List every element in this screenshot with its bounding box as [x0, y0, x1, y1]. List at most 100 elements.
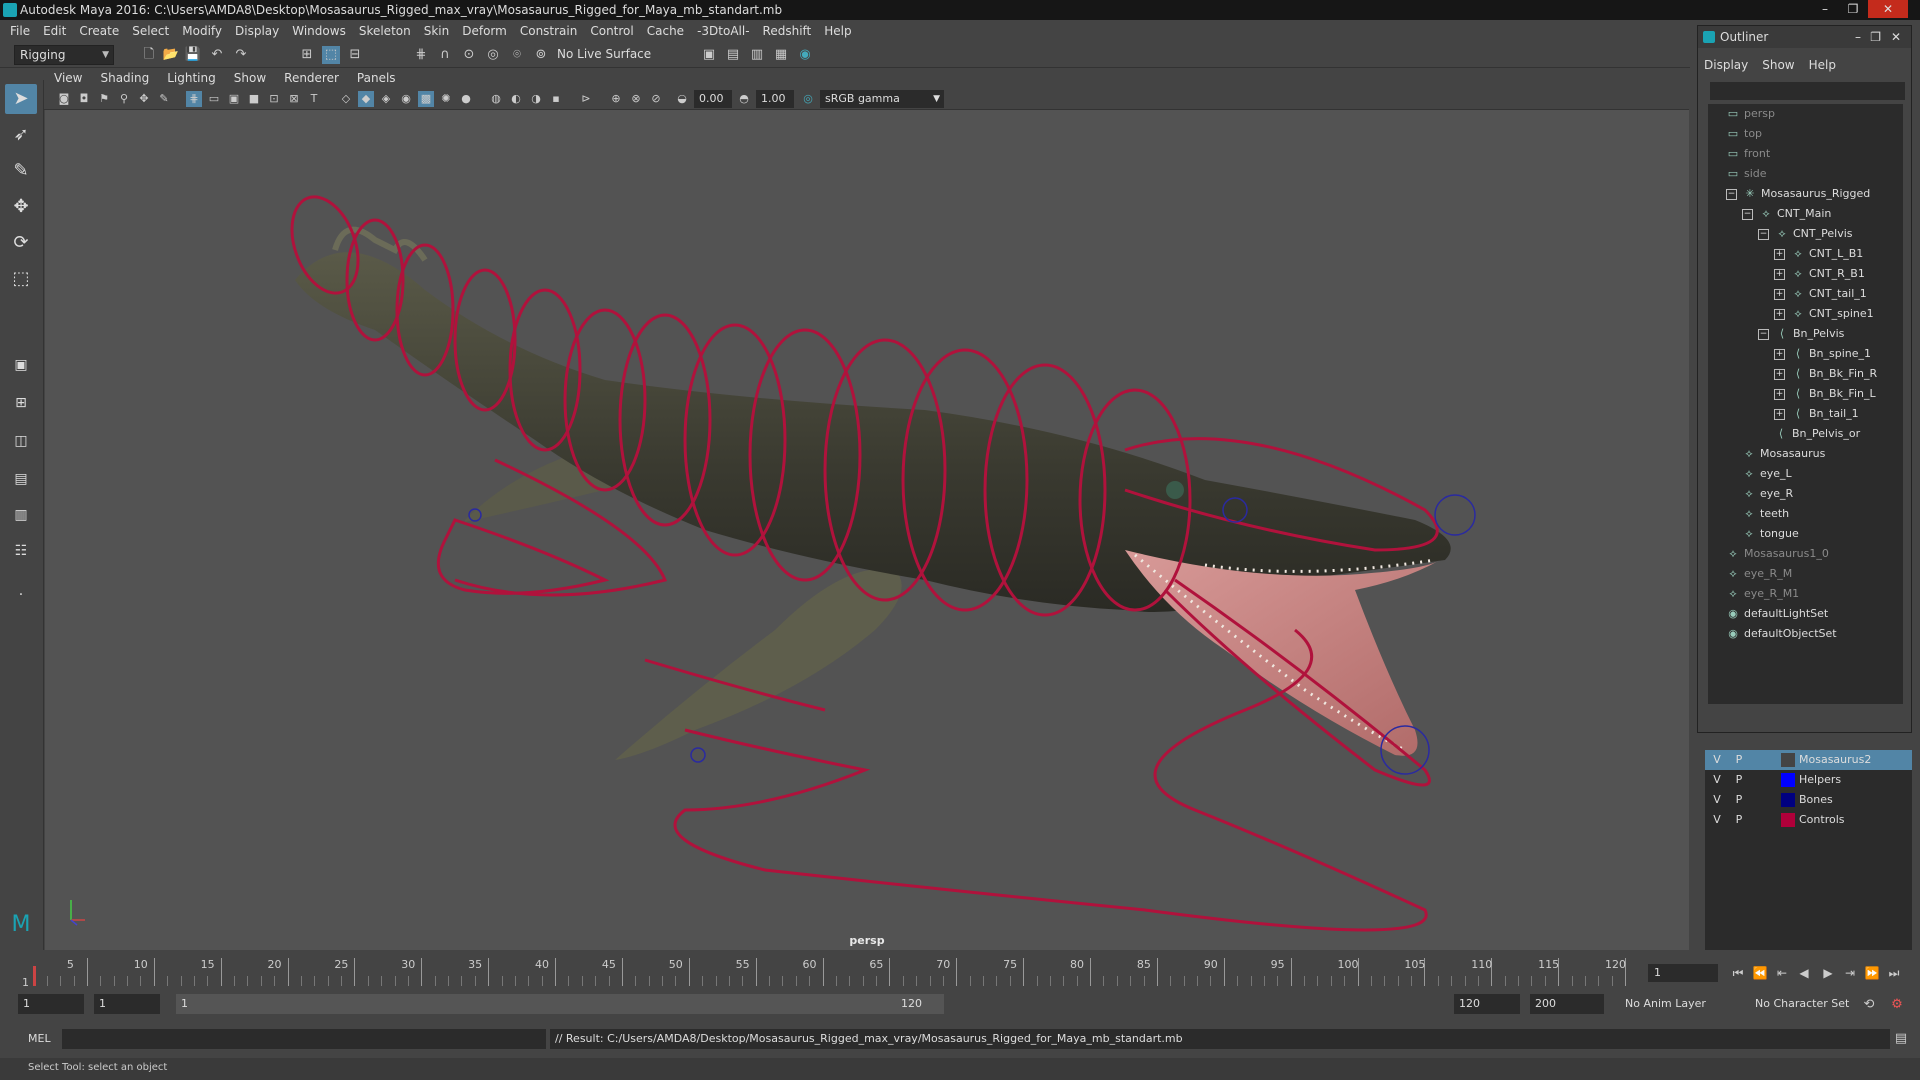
- current-frame-field[interactable]: 1: [1648, 964, 1718, 982]
- expand-icon[interactable]: +: [1774, 408, 1785, 420]
- close-button[interactable]: ✕: [1868, 0, 1908, 18]
- snap-grid-icon[interactable]: ⋕: [412, 46, 430, 64]
- image-plane-icon[interactable]: ⚲: [116, 91, 132, 107]
- menu-constrain[interactable]: Constrain: [520, 24, 578, 38]
- menu-select[interactable]: Select: [132, 24, 169, 38]
- display-layer-row[interactable]: V P Controls: [1705, 810, 1912, 830]
- script-editor-icon[interactable]: ▤: [1892, 1030, 1910, 1048]
- viewport-menu-shading[interactable]: Shading: [100, 71, 149, 85]
- gamma-field[interactable]: 1.00: [756, 90, 794, 108]
- snap-view-plane-icon[interactable]: ◎: [484, 46, 502, 64]
- paint-select-tool-icon[interactable]: ✎: [5, 156, 37, 186]
- menu-file[interactable]: File: [10, 24, 30, 38]
- outliner-menu-help[interactable]: Help: [1809, 58, 1836, 72]
- playback-start-field[interactable]: 1: [94, 994, 160, 1014]
- expand-icon[interactable]: +: [1774, 368, 1785, 380]
- outliner-menu-display[interactable]: Display: [1704, 58, 1748, 72]
- outliner-item[interactable]: + ⟨ Bn_tail_1: [1774, 404, 1859, 424]
- field-chart-icon[interactable]: ⊡: [266, 91, 282, 107]
- outliner-item[interactable]: ⟡ eye_R_M1: [1726, 584, 1799, 604]
- layer-color-swatch[interactable]: [1781, 753, 1795, 767]
- viewport-menu-renderer[interactable]: Renderer: [284, 71, 339, 85]
- viewport-menu-show[interactable]: Show: [234, 71, 266, 85]
- outliner-item[interactable]: − ✳ Mosasaurus_Rigged: [1726, 184, 1870, 204]
- select-tool-icon[interactable]: ➤: [5, 84, 37, 114]
- time-slider[interactable]: 1 5 10 15 20 25 30 35 40 45 50 55 60 65 70 75 80 85 90 95 10…: [20, 958, 1645, 989]
- snap-curve-icon[interactable]: ∩: [436, 46, 454, 64]
- ambient-occlusion-icon[interactable]: ◍: [488, 91, 504, 107]
- character-set-dropdown[interactable]: No Character Set: [1750, 994, 1870, 1014]
- step-forward-frame-icon[interactable]: ⇥: [1840, 964, 1860, 982]
- menu-skin[interactable]: Skin: [424, 24, 450, 38]
- backface-culling-icon[interactable]: ⊘: [648, 91, 664, 107]
- outliner-menu-show[interactable]: Show: [1762, 58, 1794, 72]
- gamma-icon[interactable]: ◓: [736, 91, 752, 107]
- rotate-tool-icon[interactable]: ⟳: [5, 228, 37, 258]
- exposure-field[interactable]: 0.00: [694, 90, 732, 108]
- layer-playback-toggle[interactable]: P: [1731, 770, 1747, 790]
- outliner-item[interactable]: + ⟡ CNT_tail_1: [1774, 284, 1867, 304]
- outliner-item[interactable]: ⟨ Bn_Pelvis_or: [1774, 424, 1860, 444]
- menu-redshift[interactable]: Redshift: [763, 24, 812, 38]
- current-time-marker[interactable]: [33, 966, 37, 986]
- outliner-titlebar[interactable]: Outliner – ❐ ✕: [1698, 26, 1911, 48]
- play-backwards-icon[interactable]: ◀: [1794, 964, 1814, 982]
- outliner-item[interactable]: ⟡ eye_L: [1742, 464, 1791, 484]
- expand-icon[interactable]: +: [1774, 388, 1785, 400]
- go-to-start-icon[interactable]: ⏮: [1728, 964, 1748, 982]
- shadows-icon[interactable]: ●: [458, 91, 474, 107]
- outliner-item[interactable]: + ⟨ Bn_Bk_Fin_R: [1774, 364, 1877, 384]
- use-all-lights-icon[interactable]: ✺: [438, 91, 454, 107]
- outliner-item[interactable]: ▭ persp: [1726, 104, 1775, 124]
- outliner-item[interactable]: ⟡ teeth: [1742, 504, 1789, 524]
- select-camera-icon[interactable]: ◙: [56, 91, 72, 107]
- menu-edit[interactable]: Edit: [43, 24, 66, 38]
- expand-icon[interactable]: +: [1774, 248, 1785, 260]
- play-forwards-icon[interactable]: ▶: [1818, 964, 1838, 982]
- outliner-item[interactable]: + ⟡ CNT_R_B1: [1774, 264, 1865, 284]
- snap-together-icon[interactable]: ⊚: [532, 46, 550, 64]
- collapse-icon[interactable]: −: [1758, 228, 1769, 240]
- open-scene-icon[interactable]: 📂: [162, 46, 180, 64]
- ipr-render-icon[interactable]: ▥: [748, 46, 766, 64]
- layer-playback-toggle[interactable]: P: [1731, 790, 1747, 810]
- script-editor-layout-icon[interactable]: ☷: [5, 536, 37, 566]
- scale-tool-icon[interactable]: ⬚: [5, 264, 37, 294]
- outliner-item[interactable]: + ⟡ CNT_spine1: [1774, 304, 1874, 324]
- script-language-toggle[interactable]: MEL: [28, 1032, 51, 1045]
- outliner-item[interactable]: ▭ top: [1726, 124, 1762, 144]
- step-forward-key-icon[interactable]: ⏩: [1862, 964, 1882, 982]
- layer-playback-toggle[interactable]: P: [1731, 750, 1747, 770]
- wireframe-on-shaded-icon[interactable]: ◈: [378, 91, 394, 107]
- menu-deform[interactable]: Deform: [462, 24, 507, 38]
- motion-blur-icon[interactable]: ◐: [508, 91, 524, 107]
- outliner-item[interactable]: ⟡ eye_R_M: [1726, 564, 1792, 584]
- film-gate-icon[interactable]: ▭: [206, 91, 222, 107]
- new-scene-icon[interactable]: 🗋: [140, 46, 158, 64]
- select-hierarchy-icon[interactable]: ⊞: [298, 46, 316, 64]
- menu-modify[interactable]: Modify: [182, 24, 222, 38]
- layer-color-swatch[interactable]: [1781, 813, 1795, 827]
- anim-layer-dropdown[interactable]: No Anim Layer: [1620, 994, 1732, 1014]
- undo-icon[interactable]: ↶: [208, 46, 226, 64]
- persp-outliner-layout-icon[interactable]: ◫: [5, 426, 37, 456]
- hypershade-layout-icon[interactable]: ▥: [5, 500, 37, 530]
- xray-active-icon[interactable]: ⊗: [628, 91, 644, 107]
- outliner-item[interactable]: − ⟨ Bn_Pelvis: [1758, 324, 1844, 344]
- menu-skeleton[interactable]: Skeleton: [359, 24, 411, 38]
- menu-3dtoall[interactable]: -3DtoAll-: [697, 24, 749, 38]
- save-scene-icon[interactable]: 💾: [184, 46, 202, 64]
- outliner-item[interactable]: ◉ defaultLightSet: [1726, 604, 1828, 624]
- minimize-button[interactable]: –: [1812, 0, 1838, 18]
- render-view-icon[interactable]: ▣: [700, 46, 718, 64]
- layer-playback-toggle[interactable]: P: [1731, 810, 1747, 830]
- viewport-menu-lighting[interactable]: Lighting: [167, 71, 216, 85]
- isolate-select-icon[interactable]: ⊳: [578, 91, 594, 107]
- persp-graph-layout-icon[interactable]: ▤: [5, 464, 37, 494]
- outliner-maximize-button[interactable]: ❐: [1870, 26, 1881, 48]
- menu-display[interactable]: Display: [235, 24, 279, 38]
- safe-action-icon[interactable]: ⊠: [286, 91, 302, 107]
- step-back-key-icon[interactable]: ⏪: [1750, 964, 1770, 982]
- menu-windows[interactable]: Windows: [292, 24, 346, 38]
- outliner-item[interactable]: ▭ front: [1726, 144, 1770, 164]
